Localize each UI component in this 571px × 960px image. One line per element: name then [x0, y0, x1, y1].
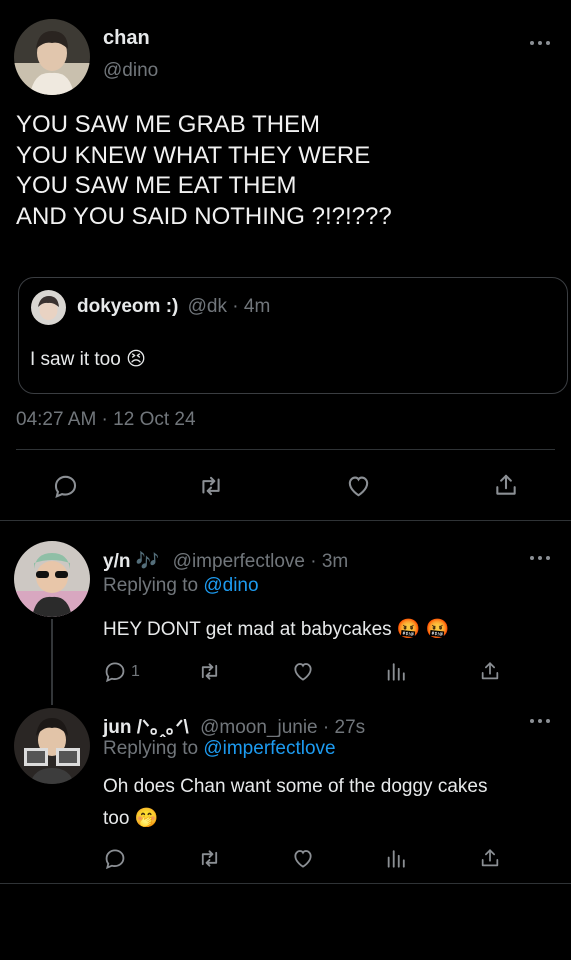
- reply-icon: [105, 849, 125, 870]
- retweet-icon: [201, 663, 218, 680]
- reply-handle[interactable]: @moon_junie: [200, 717, 318, 738]
- replying-to-label: Replying to: [103, 738, 199, 759]
- quoted-time: · 4m: [232, 296, 271, 317]
- replying-to-link[interactable]: @imperfectlove: [203, 738, 335, 759]
- analytics-icon: [387, 850, 405, 868]
- reply-display-name[interactable]: y/n 🎶: [103, 551, 159, 572]
- reply-icon: [54, 475, 77, 499]
- retweet-button[interactable]: [196, 660, 223, 683]
- display-name[interactable]: chan: [103, 27, 150, 50]
- replying-to-label: Replying to: [103, 575, 199, 596]
- like-icon: [294, 850, 312, 868]
- like-button[interactable]: [290, 847, 316, 870]
- tweet-timestamp[interactable]: 04:27 AM · 12 Oct 24: [16, 409, 196, 431]
- avatar-jun[interactable]: [14, 708, 90, 784]
- reply-text-line: Oh does Chan want some of the doggy cake…: [103, 776, 488, 797]
- more-icon[interactable]: [530, 555, 550, 561]
- retweet-icon: [202, 476, 220, 496]
- avatar-chan[interactable]: [14, 19, 90, 95]
- more-icon[interactable]: [530, 40, 550, 46]
- retweet-icon: [201, 850, 218, 867]
- reply-icon: [105, 662, 125, 683]
- reply-button[interactable]: [103, 847, 127, 870]
- like-icon: [348, 476, 369, 497]
- retweet-button[interactable]: [196, 847, 223, 870]
- tweet-text-line: AND YOU SAID NOTHING ?!?!???: [16, 202, 392, 230]
- like-button[interactable]: [290, 660, 316, 683]
- reply-text-line: too 🤭: [103, 808, 159, 829]
- reply-text: HEY DONT get mad at babycakes 🤬 🤬: [103, 619, 450, 640]
- share-button[interactable]: [493, 471, 519, 499]
- divider: [0, 883, 571, 884]
- reply-time: · 27s: [322, 717, 366, 738]
- reply-button[interactable]: [52, 473, 79, 499]
- divider: [0, 520, 571, 521]
- share-icon: [481, 849, 499, 867]
- reply-time: · 3m: [310, 551, 349, 572]
- reply-display-name[interactable]: jun /ᐠ｡ꞈ｡ᐟ\: [103, 717, 189, 738]
- reply-handle[interactable]: @imperfectlove: [173, 551, 305, 572]
- quoted-tweet[interactable]: dokyeom :) @dk · 4m I saw it too 😣: [18, 277, 568, 394]
- share-button[interactable]: [479, 846, 501, 870]
- replying-to-link[interactable]: @dino: [203, 575, 258, 596]
- tweet-text: YOU SAW ME GRAB THEM YOU KNEW WHAT THEY …: [16, 110, 392, 232]
- share-icon: [481, 662, 499, 680]
- quoted-text: I saw it too 😣: [30, 349, 146, 370]
- analytics-icon: [387, 663, 405, 681]
- divider: [16, 449, 555, 450]
- analytics-button[interactable]: [385, 847, 407, 870]
- reply-button[interactable]: 1: [103, 660, 140, 683]
- tweet-text-line: YOU SAW ME GRAB THEM: [16, 111, 321, 138]
- quoted-handle[interactable]: @dk: [188, 296, 227, 317]
- like-icon: [294, 663, 312, 681]
- tweet-text-line: YOU SAW ME EAT THEM: [16, 172, 297, 199]
- quoted-display-name[interactable]: dokyeom :): [77, 296, 178, 317]
- reply-text: Oh does Chan want some of the doggy cake…: [103, 771, 487, 835]
- reply-count: 1: [131, 662, 140, 680]
- more-icon[interactable]: [530, 718, 550, 724]
- avatar-yn[interactable]: [14, 541, 90, 617]
- like-button[interactable]: [344, 473, 373, 499]
- thread-line: [51, 619, 53, 705]
- share-button[interactable]: [479, 659, 501, 683]
- share-icon: [496, 474, 516, 495]
- retweet-button[interactable]: [196, 473, 226, 499]
- avatar-dokyeom: [31, 290, 66, 325]
- tweet-text-line: YOU KNEW WHAT THEY WERE: [16, 141, 371, 169]
- handle[interactable]: @dino: [103, 60, 158, 82]
- analytics-button[interactable]: [385, 660, 407, 683]
